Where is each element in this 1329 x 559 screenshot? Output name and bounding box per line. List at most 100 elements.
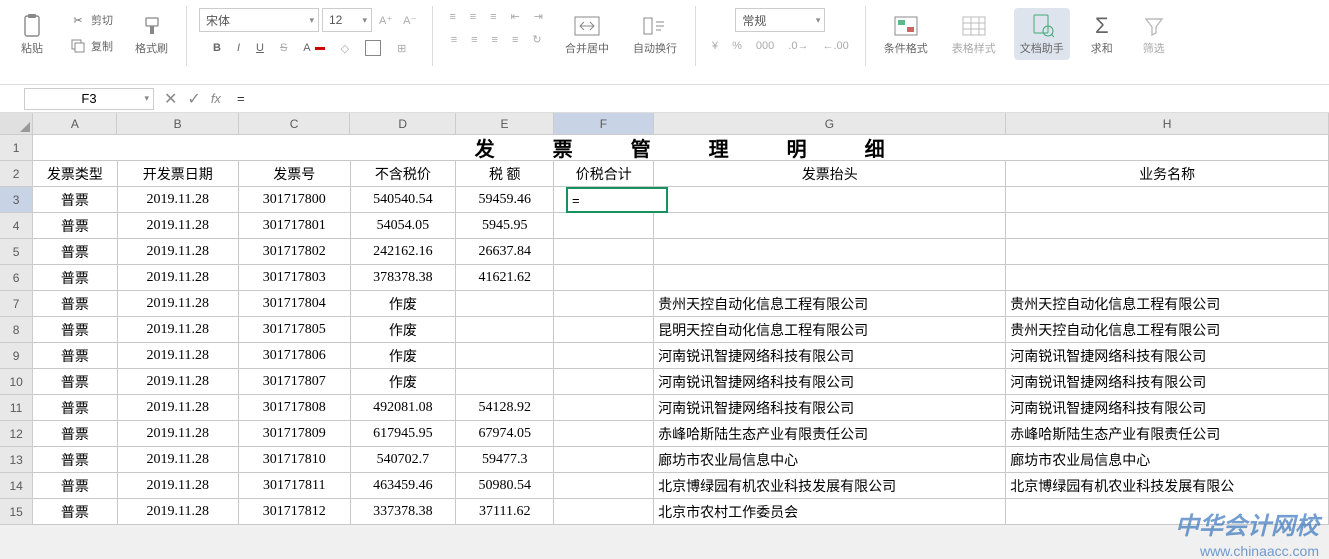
cell[interactable]: 2019.11.28 [118,473,239,499]
cell[interactable]: 普票 [33,317,117,343]
cell[interactable] [554,291,654,317]
cell[interactable]: 普票 [33,421,117,447]
row-header[interactable]: 1 [0,135,33,161]
cell[interactable]: 463459.46 [351,473,457,499]
confirm-formula-button[interactable]: ✓ [187,89,200,109]
cell[interactable] [654,265,1006,291]
cell[interactable]: 普票 [33,395,117,421]
cell[interactable]: 河南锐讯智捷网络科技有限公司 [654,395,1006,421]
cell[interactable]: 2019.11.28 [118,369,239,395]
cell[interactable]: 贵州天控自动化信息工程有限公司 [1006,291,1329,317]
cell[interactable]: 301717805 [239,317,351,343]
font-name-combo[interactable]: 宋体 [199,8,319,32]
cell[interactable]: 337378.38 [351,499,457,525]
bold-button[interactable]: B [209,40,225,56]
cell[interactable]: 发票类型 [33,161,117,187]
cell[interactable]: 普票 [33,291,117,317]
cell[interactable]: 301717811 [239,473,351,499]
cell[interactable]: 2019.11.28 [118,421,239,447]
cell[interactable] [554,265,654,291]
cell[interactable]: 赤峰哈斯陆生态产业有限责任公司 [1006,421,1329,447]
cell[interactable]: 301717804 [239,291,351,317]
underline-button[interactable]: U [252,40,268,56]
align-middle-button[interactable]: ≡ [466,9,480,25]
cell[interactable]: 2019.11.28 [118,447,239,473]
percent-button[interactable]: % [728,38,746,54]
border-button[interactable] [361,38,385,58]
cell[interactable] [1006,187,1329,213]
cell[interactable]: 普票 [33,473,117,499]
filter-button[interactable]: 筛选 [1134,8,1174,60]
comma-button[interactable]: 000 [752,38,778,54]
cell[interactable]: 开发票日期 [118,161,239,187]
orientation-button[interactable]: ↻ [528,31,545,48]
cell[interactable]: 5945.95 [456,213,554,239]
cell[interactable]: 301717808 [239,395,351,421]
cell[interactable]: 普票 [33,265,117,291]
cell[interactable]: 不含税价 [351,161,457,187]
cell[interactable] [654,239,1006,265]
cell[interactable]: 普票 [33,187,117,213]
cell[interactable]: 301717809 [239,421,351,447]
cell[interactable]: 价税合计 [554,161,654,187]
cell[interactable]: 普票 [33,499,117,525]
row-header[interactable]: 8 [0,317,33,343]
align-center-button[interactable]: ≡ [467,32,481,48]
cell[interactable]: 北京博绿园有机农业科技发展有限公 [1006,473,1329,499]
spreadsheet-grid[interactable]: A B C D E F G H 1发票管理明细2发票类型开发票日期发票号不含税价… [0,113,1329,525]
format-painter-button[interactable]: 格式刷 [129,8,174,60]
col-header-D[interactable]: D [350,113,456,135]
cell[interactable]: 617945.95 [351,421,457,447]
cell[interactable] [456,291,554,317]
row-header[interactable]: 15 [0,499,33,525]
cell[interactable]: 41621.62 [456,265,554,291]
cell[interactable]: 67974.05 [456,421,554,447]
cell[interactable]: 59477.3 [456,447,554,473]
italic-button[interactable]: I [233,40,244,56]
align-left-button[interactable]: ≡ [447,32,461,48]
cell[interactable]: 50980.54 [456,473,554,499]
cell[interactable]: 301717800 [239,187,351,213]
paste-button[interactable]: 粘贴 [12,8,52,60]
copy-button[interactable]: 复制 [64,34,117,58]
cell[interactable]: 赤峰哈斯陆生态产业有限责任公司 [654,421,1006,447]
row-header[interactable]: 13 [0,447,33,473]
cell[interactable]: 2019.11.28 [118,239,239,265]
row-header[interactable]: 12 [0,421,33,447]
increase-font-button[interactable]: A⁺ [375,12,396,29]
wrap-text-button[interactable]: 自动换行 [627,8,683,60]
row-header[interactable]: 14 [0,473,33,499]
justify-button[interactable]: ≡ [508,32,522,48]
cell[interactable]: 作废 [351,343,457,369]
cell[interactable] [554,213,654,239]
cell[interactable] [456,317,554,343]
col-header-C[interactable]: C [239,113,351,135]
row-header[interactable]: 2 [0,161,33,187]
row-header[interactable]: 7 [0,291,33,317]
currency-button[interactable]: ¥ [708,38,722,54]
cell[interactable]: 河南锐讯智捷网络科技有限公司 [654,343,1006,369]
cell[interactable] [554,473,654,499]
cell[interactable]: 昆明天控自动化信息工程有限公司 [654,317,1006,343]
col-header-G[interactable]: G [654,113,1006,135]
cell[interactable]: 59459.46 [456,187,554,213]
doc-assist-button[interactable]: 文档助手 [1014,8,1070,60]
cell[interactable]: 河南锐讯智捷网络科技有限公司 [1006,395,1329,421]
col-header-F[interactable]: F [554,113,654,135]
font-color-button[interactable]: A [299,40,328,56]
fx-button[interactable]: fx [211,91,221,106]
cell[interactable]: 54128.92 [456,395,554,421]
cancel-formula-button[interactable]: ✕ [164,89,177,109]
cell[interactable]: 发票号 [239,161,351,187]
cell[interactable]: 河南锐讯智捷网络科技有限公司 [654,369,1006,395]
sum-button[interactable]: Σ 求和 [1082,8,1122,60]
cell[interactable]: 2019.11.28 [118,317,239,343]
name-box[interactable]: F3 [24,88,154,110]
row-header[interactable]: 11 [0,395,33,421]
align-right-button[interactable]: ≡ [488,32,502,48]
cell[interactable] [1006,239,1329,265]
number-format-combo[interactable]: 常规 [735,8,825,32]
cell[interactable]: 业务名称 [1006,161,1329,187]
cut-button[interactable]: ✂ 剪切 [64,8,117,32]
cell[interactable] [1006,265,1329,291]
